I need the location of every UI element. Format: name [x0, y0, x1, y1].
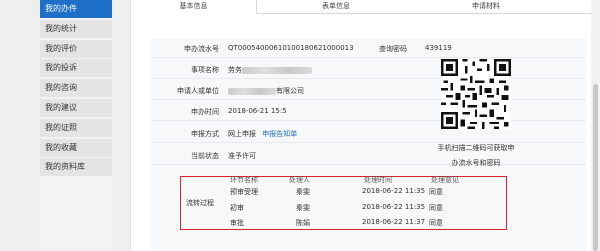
- apply-notice-link[interactable]: 申报告知单: [262, 130, 297, 138]
- redacted-text: [228, 87, 276, 95]
- row-divider: [151, 99, 586, 100]
- applicant-text: 有限公司: [276, 87, 304, 95]
- sidebar: 我的办件 我的统计 我的评价 我的投诉 我的咨询 我的建议 我的证照 我的收藏 …: [40, 0, 112, 251]
- tab-form-info[interactable]: 表单信息: [271, 0, 401, 14]
- flow-row-1-time: 2018-06-22 11:35: [362, 187, 426, 195]
- apply-method-label: 申报方式: [191, 130, 219, 138]
- status-value: 准予许可: [228, 152, 256, 160]
- row-divider: [151, 78, 586, 79]
- sidebar-item-my-library[interactable]: 我的资料库: [40, 158, 112, 176]
- row-divider: [151, 57, 586, 58]
- qr-caption-line-1: 手机扫描二维码可获取申: [437, 144, 515, 152]
- sidebar-item-my-reviews[interactable]: 我的评价: [40, 40, 112, 58]
- flow-header-opinion: 处理意见: [431, 176, 459, 184]
- apply-time-label: 申办时间: [191, 108, 219, 116]
- applicant-label: 申请人或单位: [177, 87, 219, 95]
- tab-application-materials[interactable]: 申请材料: [421, 0, 551, 14]
- status-label: 当前状态: [191, 152, 219, 160]
- flow-header-time: 处理时间: [364, 176, 392, 184]
- page-scrollbar[interactable]: [591, 0, 600, 251]
- scrollbar-thumb[interactable]: [593, 84, 598, 251]
- apply-method-text: 网上申报: [228, 130, 256, 138]
- applicant-value: 有限公司: [228, 86, 304, 96]
- qr-caption-line-2: 办流水号和密码: [451, 159, 501, 167]
- flow-header-step: 环节名称: [230, 176, 258, 184]
- case-detail: 申办流水号 QT00054000610100180621000013 查询密码 …: [151, 39, 586, 251]
- sidebar-item-my-suggestions[interactable]: 我的建议: [40, 99, 112, 117]
- item-name-label: 事项名称: [191, 66, 219, 74]
- flow-row-3-handler: 陈娟: [296, 219, 310, 227]
- flow-row-2-handler: 秦雯: [296, 204, 310, 212]
- flow-row-1-handler: 秦雯: [296, 188, 310, 196]
- apply-method-value: 网上申报 申报告知单: [228, 129, 297, 139]
- row-divider: [151, 120, 586, 121]
- qr-code: [441, 59, 511, 129]
- item-name-value: 劳务: [228, 65, 312, 75]
- flow-process-label: 流转过程: [186, 199, 214, 207]
- redacted-text: [242, 66, 312, 74]
- tab-basic-info[interactable]: 基本信息: [131, 0, 257, 14]
- sidebar-item-my-stats[interactable]: 我的统计: [40, 20, 112, 38]
- flow-row-3-opinion: 同意: [429, 219, 443, 227]
- apply-time-value: 2018-06-21 15:5: [228, 107, 287, 115]
- flow-row-2-step: 初审: [230, 204, 244, 212]
- flow-row-3-time: 2018-06-22 11:37: [362, 218, 426, 226]
- flow-process-table: 流转过程 环节名称 处理人 处理时间 处理意见 预审受理 秦雯 2018-06-…: [180, 176, 507, 230]
- flow-row-2-time: 2018-06-22 11:35: [362, 203, 426, 211]
- apply-no-label: 申办流水号: [184, 45, 219, 53]
- query-code-label: 查询密码: [379, 45, 407, 53]
- flow-row-1-opinion: 同意: [429, 188, 443, 196]
- sidebar-item-my-licenses[interactable]: 我的证照: [40, 119, 112, 137]
- sidebar-item-my-complaints[interactable]: 我的投诉: [40, 59, 112, 77]
- sidebar-item-my-cases[interactable]: 我的办件: [40, 0, 112, 18]
- flow-row-2-opinion: 同意: [429, 204, 443, 212]
- main-panel: 基本信息 表单信息 申请材料 申办流水号 QT00054000610100180…: [130, 0, 592, 251]
- query-code-value: 439119: [425, 44, 452, 52]
- sidebar-item-my-consultations[interactable]: 我的咨询: [40, 79, 112, 97]
- flow-row-3-step: 审批: [230, 219, 244, 227]
- apply-no-value: QT00054000610100180621000013: [228, 44, 354, 52]
- flow-row-1-step: 预审受理: [230, 188, 258, 196]
- flow-header-handler: 处理人: [289, 176, 310, 184]
- item-name-text: 劳务: [228, 66, 242, 74]
- sidebar-item-my-favorites[interactable]: 我的收藏: [40, 139, 112, 157]
- tab-bar: 基本信息 表单信息 申请材料: [131, 0, 592, 14]
